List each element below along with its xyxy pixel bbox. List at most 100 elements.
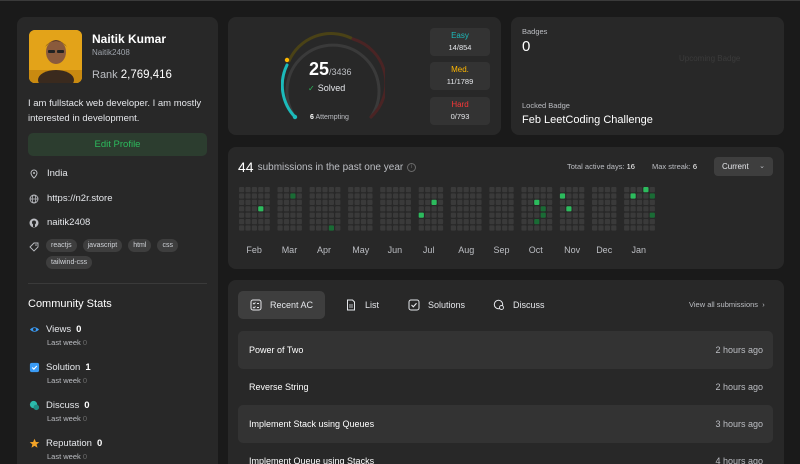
heatmap-cell[interactable] bbox=[508, 206, 514, 212]
heatmap-cell[interactable] bbox=[534, 193, 540, 199]
heatmap-cell[interactable] bbox=[437, 187, 444, 193]
heatmap-cell[interactable] bbox=[367, 206, 373, 212]
skill-tag[interactable]: tailwind-css bbox=[46, 256, 93, 269]
heatmap-cell[interactable] bbox=[470, 212, 476, 218]
heatmap-cell[interactable] bbox=[521, 193, 527, 199]
heatmap-cell[interactable] bbox=[592, 187, 598, 193]
heatmap-cell[interactable] bbox=[495, 199, 501, 205]
heatmap-cell[interactable] bbox=[611, 225, 617, 231]
heatmap-cell[interactable] bbox=[521, 206, 527, 212]
heatmap-cell[interactable] bbox=[508, 193, 514, 199]
heatmap-cell[interactable] bbox=[309, 193, 315, 199]
heatmap-cell[interactable] bbox=[437, 212, 444, 218]
heatmap-cell[interactable] bbox=[463, 187, 469, 193]
heatmap-cell[interactable] bbox=[277, 187, 283, 193]
heatmap-cell[interactable] bbox=[277, 225, 283, 231]
heatmap-cell[interactable] bbox=[431, 206, 437, 212]
heatmap-cell[interactable] bbox=[328, 193, 334, 199]
heatmap-cell[interactable] bbox=[540, 187, 546, 193]
heatmap-cell[interactable] bbox=[495, 206, 501, 212]
heatmap-cell[interactable] bbox=[316, 187, 322, 193]
heatmap-cell[interactable] bbox=[393, 219, 399, 225]
heatmap-cell[interactable] bbox=[393, 225, 399, 231]
heatmap-cell[interactable] bbox=[527, 206, 533, 212]
website-row[interactable]: https://n2r.store bbox=[29, 193, 112, 204]
heatmap-cell-active[interactable] bbox=[566, 206, 572, 212]
heatmap-cell[interactable] bbox=[559, 225, 566, 231]
heatmap-cell[interactable] bbox=[463, 219, 469, 225]
heatmap-cell[interactable] bbox=[476, 219, 482, 225]
heatmap-cell[interactable] bbox=[592, 225, 598, 231]
heatmap-cell[interactable] bbox=[309, 206, 315, 212]
heatmap-cell[interactable] bbox=[450, 206, 456, 212]
heatmap-cell[interactable] bbox=[463, 212, 469, 218]
heatmap-cell[interactable] bbox=[258, 225, 264, 231]
heatmap-cell[interactable] bbox=[251, 199, 257, 205]
heatmap-cell[interactable] bbox=[296, 199, 302, 205]
heatmap-cell[interactable] bbox=[624, 187, 630, 193]
heatmap-cell[interactable] bbox=[290, 225, 296, 231]
heatmap-cell[interactable] bbox=[521, 199, 527, 205]
heatmap-cell[interactable] bbox=[418, 225, 424, 231]
submission-row[interactable]: Power of Two 2 hours ago bbox=[238, 331, 773, 369]
heatmap-cell[interactable] bbox=[360, 219, 367, 225]
heatmap-cell[interactable] bbox=[239, 193, 245, 199]
tab-discuss[interactable]: Discuss bbox=[481, 291, 557, 319]
heatmap-cell[interactable] bbox=[245, 225, 251, 231]
heatmap-cell[interactable] bbox=[598, 193, 604, 199]
heatmap-cell[interactable] bbox=[328, 199, 334, 205]
heatmap-cell[interactable] bbox=[463, 206, 469, 212]
heatmap-cell[interactable] bbox=[521, 225, 527, 231]
heatmap-cell[interactable] bbox=[489, 187, 495, 193]
heatmap-cell[interactable] bbox=[579, 212, 585, 218]
heatmap-cell[interactable] bbox=[611, 206, 617, 212]
heatmap-cell[interactable] bbox=[592, 206, 598, 212]
skill-tag[interactable]: css bbox=[157, 239, 178, 252]
heatmap-cell[interactable] bbox=[630, 219, 636, 225]
heatmap-cell[interactable] bbox=[534, 206, 540, 212]
heatmap-cell[interactable] bbox=[559, 212, 566, 218]
heatmap-cell[interactable] bbox=[476, 212, 482, 218]
heatmap-cell[interactable] bbox=[251, 193, 257, 199]
heatmap-cell[interactable] bbox=[322, 199, 328, 205]
heatmap-cell[interactable] bbox=[572, 206, 578, 212]
heatmap-cell[interactable] bbox=[572, 193, 578, 199]
heatmap-cell[interactable] bbox=[489, 199, 495, 205]
heatmap-cell[interactable] bbox=[502, 206, 508, 212]
submission-row[interactable]: Reverse String 2 hours ago bbox=[238, 368, 773, 406]
medium-stat[interactable]: Med. 11/1789 bbox=[430, 62, 490, 90]
heatmap-cell[interactable] bbox=[399, 193, 405, 199]
heatmap-cell[interactable] bbox=[495, 212, 501, 218]
heatmap-cell[interactable] bbox=[476, 193, 482, 199]
heatmap-cell[interactable] bbox=[405, 212, 411, 218]
heatmap-cell[interactable] bbox=[649, 219, 655, 225]
heatmap-cell[interactable] bbox=[399, 219, 405, 225]
heatmap-cell[interactable] bbox=[598, 199, 604, 205]
heatmap-cell[interactable] bbox=[316, 212, 322, 218]
heatmap-cell[interactable] bbox=[598, 225, 604, 231]
heatmap-cell[interactable] bbox=[527, 193, 533, 199]
heatmap-cell[interactable] bbox=[624, 212, 630, 218]
heatmap-cell[interactable] bbox=[643, 219, 649, 225]
heatmap-cell[interactable] bbox=[624, 199, 630, 205]
tab-solutions[interactable]: Solutions bbox=[396, 291, 477, 319]
heatmap-cell[interactable] bbox=[502, 212, 508, 218]
heatmap-cell[interactable] bbox=[322, 212, 328, 218]
heatmap-cell[interactable] bbox=[296, 212, 302, 218]
heatmap-cell[interactable] bbox=[328, 206, 334, 212]
heatmap-cell[interactable] bbox=[457, 219, 463, 225]
heatmap-cell[interactable] bbox=[264, 187, 270, 193]
heatmap-cell[interactable] bbox=[649, 199, 655, 205]
heatmap-cell-active[interactable] bbox=[431, 199, 437, 205]
heatmap-cell[interactable] bbox=[335, 225, 341, 231]
skill-tag[interactable]: reactjs bbox=[46, 239, 77, 252]
heatmap-cell[interactable] bbox=[386, 193, 392, 199]
heatmap-cell[interactable] bbox=[335, 187, 341, 193]
heatmap-cell[interactable] bbox=[386, 212, 392, 218]
heatmap-cell[interactable] bbox=[386, 199, 392, 205]
heatmap-cell[interactable] bbox=[502, 219, 508, 225]
heatmap-cell[interactable] bbox=[547, 193, 553, 199]
heatmap-cell[interactable] bbox=[399, 199, 405, 205]
heatmap-cell[interactable] bbox=[360, 206, 367, 212]
heatmap-cell[interactable] bbox=[527, 225, 533, 231]
